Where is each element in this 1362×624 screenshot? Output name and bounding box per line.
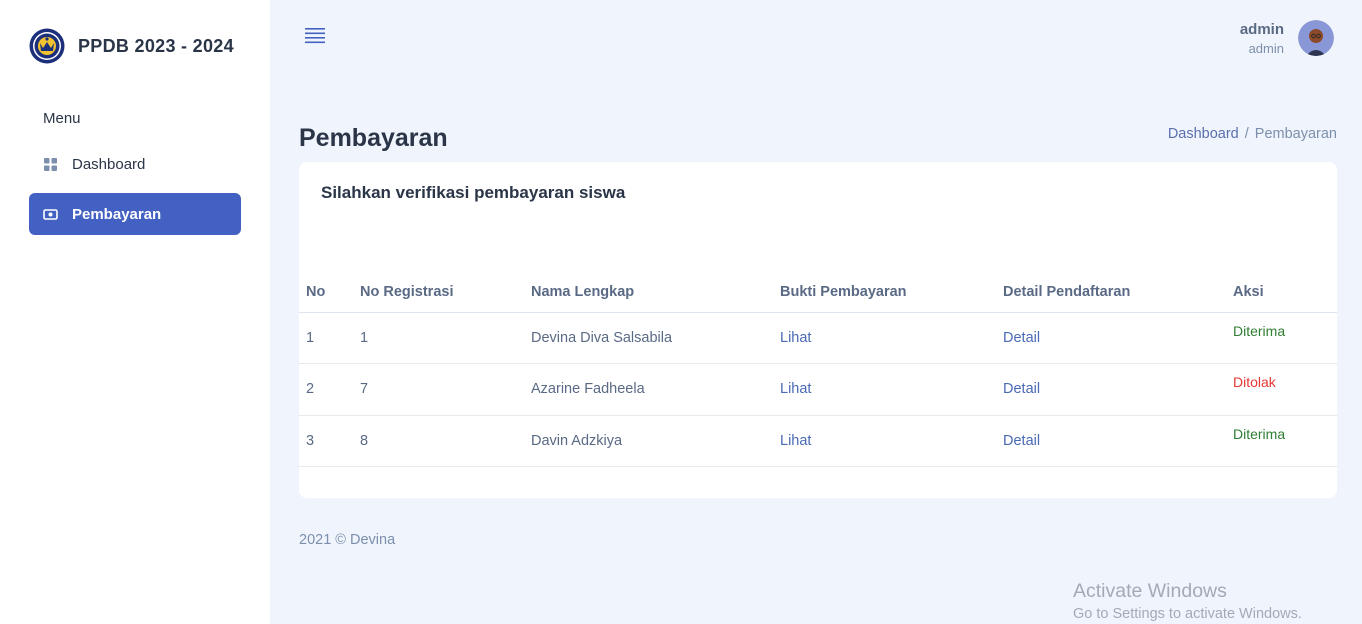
cell-aksi: Ditolak	[1226, 363, 1337, 416]
payment-card: Silahkan verifikasi pembayaran siswa No …	[299, 162, 1337, 498]
breadcrumb-current: Pembayaran	[1254, 126, 1337, 142]
column-header-aksi: Aksi	[1226, 273, 1337, 313]
watermark-line-1: Activate Windows	[1073, 580, 1227, 602]
table-row: 1 1 Devina Diva Salsabila Lihat Detail D…	[299, 312, 1337, 364]
cell-bukti: Lihat	[773, 312, 996, 364]
sidebar-item-pembayaran[interactable]: Pembayaran	[29, 193, 241, 235]
column-header-nama-lengkap: Nama Lengkap	[524, 273, 773, 313]
cell-nama-lengkap: Davin Adzkiya	[524, 415, 773, 467]
table-row: 3 8 Davin Adzkiya Lihat Detail Diterima	[299, 415, 1337, 467]
user-info: admin admin	[1240, 21, 1284, 56]
watermark-line-2: Go to Settings to activate Windows.	[1073, 606, 1302, 622]
cell-no-registrasi: 8	[353, 415, 524, 467]
column-header-bukti-pembayaran: Bukti Pembayaran	[773, 273, 996, 313]
windows-activation-watermark: Activate Windows Go to Settings to activ…	[1073, 580, 1302, 622]
breadcrumb-dashboard-link[interactable]: Dashboard	[1168, 126, 1239, 142]
breadcrumb-separator: /	[1244, 126, 1249, 142]
school-logo-icon	[29, 28, 65, 64]
status-diterima: Diterima	[1233, 322, 1286, 339]
user-menu[interactable]: admin admin	[1240, 20, 1334, 56]
cell-no-registrasi: 1	[353, 312, 524, 364]
cell-bukti: Lihat	[773, 363, 996, 416]
table-header-row: No No Registrasi Nama Lengkap Bukti Pemb…	[299, 273, 1337, 313]
payment-table: No No Registrasi Nama Lengkap Bukti Pemb…	[299, 273, 1337, 467]
cell-no: 2	[299, 363, 353, 416]
cell-nama-lengkap: Devina Diva Salsabila	[524, 312, 773, 364]
cell-no: 1	[299, 312, 353, 364]
dashboard-grid-icon	[44, 157, 57, 171]
cash-icon	[43, 208, 58, 220]
cell-detail: Detail	[996, 415, 1226, 467]
status-diterima: Diterima	[1233, 425, 1286, 442]
menu-title: Menu	[43, 110, 81, 127]
user-role: admin	[1248, 40, 1284, 56]
cell-detail: Detail	[996, 363, 1226, 416]
sidebar-item-label: Pembayaran	[72, 205, 162, 223]
cell-nama-lengkap: Azarine Fadheela	[524, 363, 773, 416]
breadcrumb: Dashboard / Pembayaran	[1168, 126, 1337, 142]
cell-no-registrasi: 7	[353, 363, 524, 416]
avatar[interactable]	[1298, 20, 1334, 56]
cell-aksi: Diterima	[1226, 312, 1337, 364]
cell-bukti: Lihat	[773, 415, 996, 467]
detail-link[interactable]: Detail	[1003, 330, 1040, 346]
lihat-bukti-link[interactable]: Lihat	[780, 381, 811, 397]
menu-toggle-icon[interactable]	[305, 27, 325, 44]
table-row: 2 7 Azarine Fadheela Lihat Detail Ditola…	[299, 363, 1337, 416]
brand-name: PPDB 2023 - 2024	[78, 35, 234, 56]
cell-detail: Detail	[996, 312, 1226, 364]
lihat-bukti-link[interactable]: Lihat	[780, 330, 811, 346]
column-header-detail-pendaftaran: Detail Pendaftaran	[996, 273, 1226, 313]
cell-aksi: Diterima	[1226, 415, 1337, 467]
detail-link[interactable]: Detail	[1003, 381, 1040, 397]
status-ditolak: Ditolak	[1233, 374, 1276, 390]
brand[interactable]: PPDB 2023 - 2024	[29, 28, 234, 64]
sidebar-item-dashboard[interactable]: Dashboard	[29, 143, 241, 185]
cell-no: 3	[299, 415, 353, 467]
column-header-no: No	[299, 273, 353, 313]
lihat-bukti-link[interactable]: Lihat	[780, 433, 811, 449]
footer-copyright: 2021 © Devina	[299, 532, 396, 548]
detail-link[interactable]: Detail	[1003, 433, 1040, 449]
sidebar: PPDB 2023 - 2024 Menu Dashboard Pembayar…	[0, 0, 270, 624]
card-title: Silahkan verifikasi pembayaran siswa	[321, 183, 626, 202]
sidebar-item-label: Dashboard	[72, 155, 146, 173]
page-title: Pembayaran	[299, 124, 448, 152]
column-header-no-registrasi: No Registrasi	[353, 273, 524, 313]
user-name: admin	[1239, 20, 1284, 38]
